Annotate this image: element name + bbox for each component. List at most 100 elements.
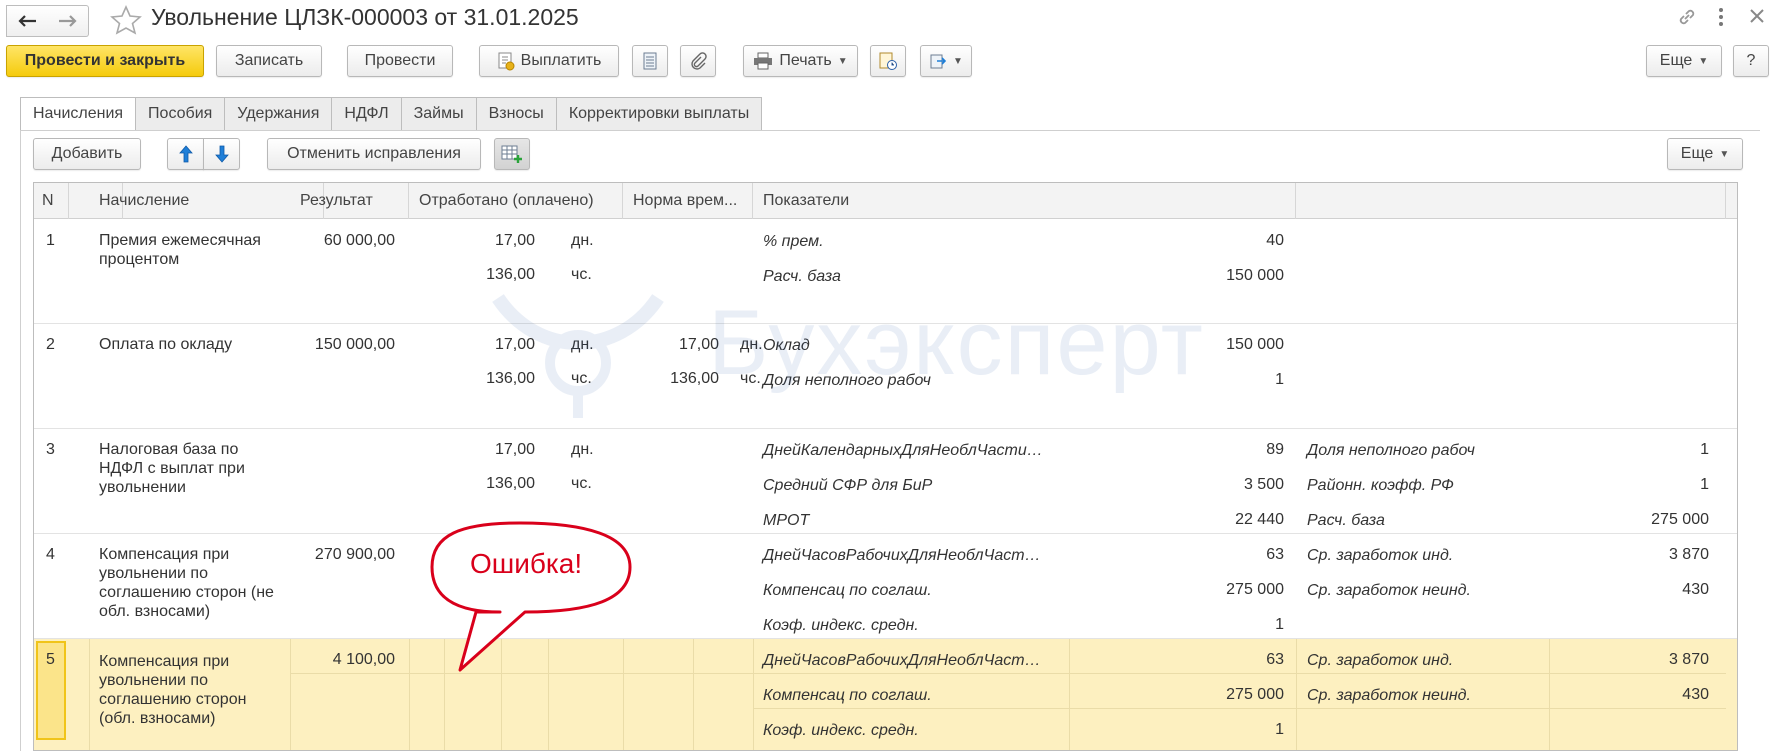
- tab-contributions[interactable]: Взносы: [476, 97, 557, 131]
- print-button[interactable]: Печать ▼: [743, 45, 858, 77]
- tab-ndfl[interactable]: НДФЛ: [332, 97, 402, 131]
- row-number: 4: [46, 546, 55, 563]
- post-button[interactable]: Провести: [347, 45, 453, 77]
- indicator-value: 63: [1266, 651, 1284, 668]
- indicator-value: 3 500: [1243, 476, 1284, 493]
- cancel-corrections-button[interactable]: Отменить исправления: [267, 138, 481, 170]
- indicator-name: Ср. заработок инд.: [1307, 547, 1454, 564]
- indicator-value: 275 000: [1651, 511, 1709, 528]
- worked-days: 17,00: [494, 232, 535, 249]
- post-and-close-button[interactable]: Провести и закрыть: [6, 45, 204, 77]
- indicator-value: 3 870: [1668, 651, 1709, 668]
- row-divider: [753, 708, 1726, 709]
- arrow-left-icon: [18, 15, 36, 27]
- printer-icon: [754, 52, 773, 70]
- kebab-menu-icon[interactable]: [1717, 7, 1725, 32]
- pay-document-icon: [498, 52, 515, 71]
- tab-benefits[interactable]: Пособия: [136, 97, 226, 131]
- norm-days-unit: дн.: [740, 336, 763, 353]
- tab-bar: Начисления Пособия Удержания НДФЛ Займы …: [20, 97, 763, 131]
- pay-label: Выплатить: [520, 52, 602, 69]
- header-result[interactable]: Результат: [290, 183, 409, 219]
- table-row[interactable]: 2 Оплата по окладу 150 000,00 17,00 дн. …: [34, 324, 1737, 429]
- indicator-value: 1: [1700, 441, 1709, 458]
- indicator-name: Ср. заработок неинд.: [1307, 582, 1471, 599]
- table-row-selected[interactable]: 5 Компенсация при увольнении по соглашен…: [34, 639, 1737, 750]
- header-norm[interactable]: Норма врем...: [623, 183, 753, 219]
- indicator-value: 63: [1266, 546, 1284, 563]
- list-button[interactable]: [632, 45, 668, 77]
- indicator-value: 150 000: [1226, 336, 1284, 353]
- header-n[interactable]: N: [34, 183, 69, 219]
- help-button[interactable]: ?: [1733, 45, 1769, 77]
- indicator-value: 89: [1266, 441, 1284, 458]
- column-divider: [1069, 639, 1070, 750]
- indicator-value: 275 000: [1226, 686, 1284, 703]
- worked-hours-unit: чс.: [571, 266, 592, 283]
- indicator-name: Доля неполного рабоч: [1307, 442, 1475, 459]
- table-row[interactable]: 4 Компенсация при увольнении по соглашен…: [34, 534, 1737, 639]
- result-value: 60 000,00: [323, 232, 395, 249]
- report-button[interactable]: [870, 45, 906, 77]
- worked-hours: 136,00: [486, 475, 535, 492]
- row-number: 1: [46, 232, 55, 249]
- back-button[interactable]: [6, 5, 48, 37]
- indicator-value: 150 000: [1226, 267, 1284, 284]
- error-callout-text: Ошибка!: [470, 548, 583, 579]
- tab-accruals[interactable]: Начисления: [20, 97, 137, 131]
- chevron-down-icon: ▼: [837, 55, 848, 67]
- tab-deductions[interactable]: Удержания: [225, 97, 333, 131]
- tab-loans[interactable]: Займы: [401, 97, 477, 131]
- result-value: 4 100,00: [332, 651, 395, 668]
- tab-payment-corrections[interactable]: Корректировки выплаты: [556, 97, 763, 131]
- indicator-value: 1: [1275, 371, 1284, 388]
- indicator-value: 1: [1275, 721, 1284, 738]
- worked-hours-unit: чс.: [571, 475, 592, 492]
- row-number: 5: [46, 651, 55, 668]
- pay-button[interactable]: Выплатить: [479, 45, 619, 77]
- close-icon[interactable]: [1747, 6, 1767, 31]
- indicator-name: Коэф. индекс. средн.: [763, 722, 919, 739]
- favorite-star-icon[interactable]: [110, 5, 142, 40]
- accrual-name: Премия ежемесячная процентом: [99, 232, 261, 268]
- link-icon[interactable]: [1676, 6, 1698, 33]
- grid-settings-button[interactable]: [494, 138, 530, 170]
- move-up-button[interactable]: [167, 138, 204, 170]
- more-button[interactable]: Еще ▼: [1646, 45, 1722, 77]
- indicator-name: Районн. коэфф. РФ: [1307, 477, 1454, 494]
- create-based-on-button[interactable]: ▼: [920, 45, 972, 77]
- indicator-name: Компенсац по соглаш.: [763, 582, 932, 599]
- worked-hours: 136,00: [486, 266, 535, 283]
- attach-button[interactable]: [680, 45, 716, 77]
- table-row[interactable]: 3 Налоговая база по НДФЛ с выплат при ув…: [34, 429, 1737, 534]
- indicator-name: Ср. заработок неинд.: [1307, 687, 1471, 704]
- add-button[interactable]: Добавить: [33, 138, 141, 170]
- indicator-name: МРОТ: [763, 512, 810, 529]
- indicator-value: 275 000: [1226, 581, 1284, 598]
- indicator-name: ДнейЧасовРабочихДляНеоблЧаст…: [763, 652, 1041, 669]
- indicator-name: Коэф. индекс. средн.: [763, 617, 919, 634]
- save-button[interactable]: Записать: [216, 45, 322, 77]
- chevron-down-icon: ▼: [1698, 55, 1709, 67]
- move-down-button[interactable]: [203, 138, 240, 170]
- indicator-value: 430: [1682, 686, 1709, 703]
- more-label: Еще: [1659, 52, 1693, 69]
- grid-more-button[interactable]: Еще ▼: [1667, 138, 1743, 170]
- report-clock-icon: [879, 52, 897, 70]
- header-indicators-2: [1296, 183, 1726, 219]
- header-indicators[interactable]: Показатели: [753, 183, 1296, 219]
- indicator-value: 22 440: [1235, 511, 1284, 528]
- table-header: N Начисление Результат Отработано (оплач…: [34, 183, 1737, 219]
- norm-hours: 136,00: [670, 370, 719, 387]
- forward-button[interactable]: [47, 5, 89, 37]
- accrual-name: Компенсация при увольнении по соглашению…: [99, 546, 274, 620]
- header-worked[interactable]: Отработано (оплачено): [409, 183, 623, 219]
- print-label: Печать: [779, 52, 832, 69]
- result-value: 150 000,00: [314, 336, 395, 353]
- accrual-name: Налоговая база по НДФЛ с выплат при увол…: [99, 441, 245, 496]
- table-row[interactable]: 1 Премия ежемесячная процентом 60 000,00…: [34, 219, 1737, 324]
- chevron-down-icon: ▼: [1719, 148, 1730, 160]
- indicator-name: Ср. заработок инд.: [1307, 652, 1454, 669]
- page-title: Увольнение ЦЛЗК-000003 от 31.01.2025: [151, 4, 579, 30]
- header-accrual[interactable]: Начисление: [89, 183, 324, 219]
